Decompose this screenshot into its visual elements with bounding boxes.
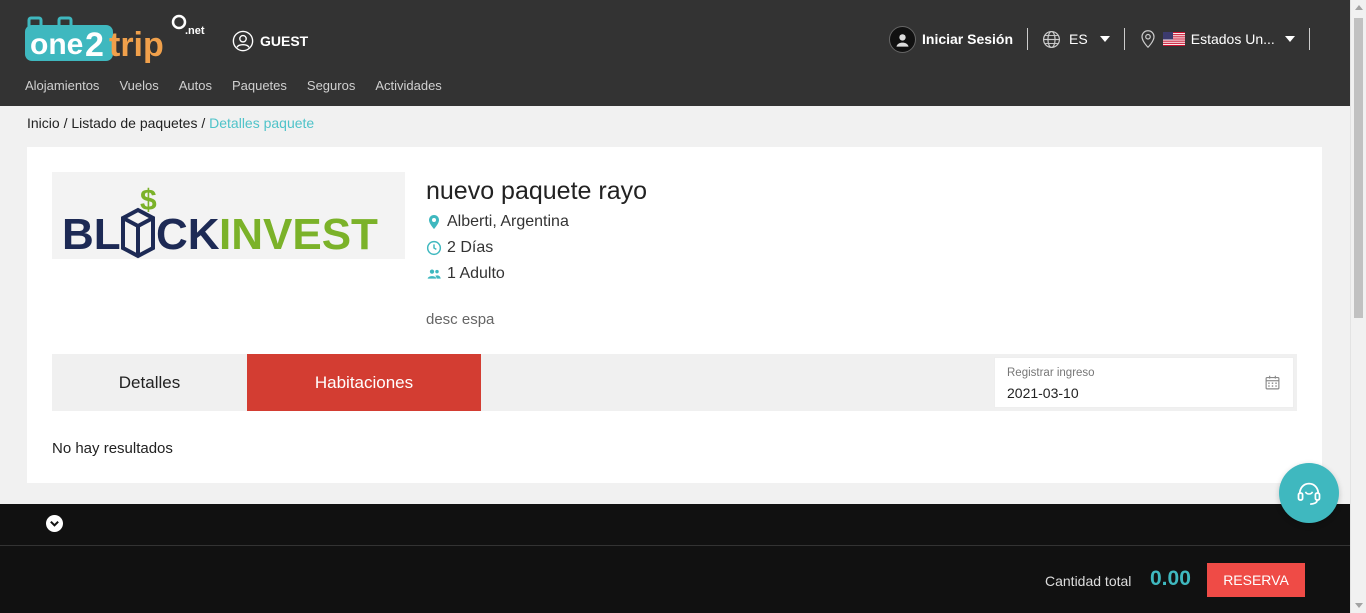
globe-icon: [1043, 30, 1061, 48]
chevron-down-icon: [1099, 36, 1110, 42]
breadcrumb: Inicio / Listado de paquetes / Detalles …: [27, 115, 314, 131]
svg-text:INVEST: INVEST: [219, 210, 378, 259]
svg-text:trip: trip: [109, 26, 164, 64]
guest-user[interactable]: GUEST: [232, 30, 308, 52]
headset-icon: [1297, 482, 1321, 505]
tab-details[interactable]: Detalles: [52, 354, 247, 411]
divider: [1027, 28, 1029, 50]
breadcrumb-home[interactable]: Inicio: [27, 115, 60, 131]
country-selector[interactable]: Estados Un...: [1139, 29, 1295, 49]
svg-text:CK: CK: [156, 210, 220, 259]
chevron-down-icon: [1284, 36, 1295, 42]
location-text: Alberti, Argentina: [447, 213, 569, 230]
checkin-date-field[interactable]: Registrar ingreso 2021-03-10: [994, 357, 1294, 408]
user-circle-icon: [232, 30, 254, 52]
support-chat-button[interactable]: [1279, 463, 1339, 523]
package-location: Alberti, Argentina: [426, 213, 569, 231]
duration-text: 2 Días: [447, 239, 494, 256]
package-image: BL $ CK INVEST: [52, 172, 405, 259]
us-flag-icon: [1162, 32, 1185, 46]
breadcrumb-separator: /: [197, 115, 210, 131]
divider: [1123, 28, 1125, 50]
breadcrumb-separator: /: [59, 115, 72, 131]
clock-icon: [426, 240, 442, 256]
package-tabs: Detalles Habitaciones Registrar ingreso …: [52, 354, 1297, 411]
login-button[interactable]: Iniciar Sesión: [889, 25, 1014, 53]
checkout-bar: Cantidad total 0.00 RESERVA: [0, 504, 1350, 613]
calendar-icon[interactable]: [1264, 374, 1281, 391]
header-actions: Iniciar Sesión ES Estados Un...: [889, 24, 1324, 54]
chevron-down-icon: [50, 520, 59, 527]
login-label: Iniciar Sesión: [922, 31, 1014, 47]
package-title: nuevo paquete rayo: [426, 177, 648, 205]
checkout-bar-toggle-row: [0, 504, 1350, 546]
reserve-button[interactable]: RESERVA: [1207, 563, 1305, 597]
package-duration: 2 Días: [426, 239, 493, 257]
language-label: ES: [1069, 31, 1088, 47]
country-label: Estados Un...: [1190, 31, 1275, 47]
scroll-down-arrow-icon[interactable]: [1355, 603, 1363, 608]
svg-text:.net: .net: [185, 25, 205, 37]
checkin-label: Registrar ingreso: [1007, 367, 1095, 379]
breadcrumb-current: Detalles paquete: [209, 115, 315, 131]
avatar-icon: [889, 25, 916, 53]
travelers-text: 1 Adulto: [447, 265, 505, 282]
divider: [1308, 28, 1310, 50]
svg-text:2: 2: [85, 26, 104, 64]
nav-autos[interactable]: Autos: [179, 78, 212, 93]
svg-text:BL: BL: [62, 210, 121, 259]
nav-alojamientos[interactable]: Alojamientos: [25, 78, 99, 93]
total-amount: 0.00: [1150, 567, 1191, 590]
package-travelers: 1 Adulto: [426, 265, 505, 283]
package-description: desc espa: [426, 311, 495, 328]
breadcrumb-list[interactable]: Listado de paquetes: [71, 115, 197, 131]
expand-toggle[interactable]: [46, 515, 63, 532]
svg-text:one: one: [30, 28, 83, 61]
location-pin-icon: [1141, 30, 1155, 49]
scrollbar-thumb[interactable]: [1354, 18, 1363, 318]
package-card: BL $ CK INVEST nuevo paquete rayo Albert…: [27, 147, 1322, 483]
dollar-sign-icon: $: [140, 184, 157, 217]
one2trip-logo[interactable]: one 2 trip .net: [25, 12, 215, 64]
nav-vuelos[interactable]: Vuelos: [119, 78, 158, 93]
checkin-value: 2021-03-10: [1007, 385, 1079, 401]
page-scrollbar[interactable]: [1350, 0, 1366, 613]
nav-seguros[interactable]: Seguros: [307, 78, 355, 93]
total-label: Cantidad total: [1045, 573, 1132, 589]
nav-paquetes[interactable]: Paquetes: [232, 78, 287, 93]
nav-actividades[interactable]: Actividades: [375, 78, 441, 93]
scroll-up-arrow-icon[interactable]: [1355, 5, 1363, 10]
no-results-message: No hay resultados: [52, 440, 173, 457]
language-selector[interactable]: ES: [1042, 30, 1110, 49]
main-nav: Alojamientos Vuelos Autos Paquetes Segur…: [25, 78, 462, 93]
map-marker-icon: [429, 215, 439, 229]
top-header: one 2 trip .net GUEST Alojamientos Vuelo…: [0, 0, 1350, 106]
people-icon: [427, 269, 441, 279]
tab-rooms[interactable]: Habitaciones: [247, 354, 481, 411]
guest-label: GUEST: [260, 33, 309, 49]
